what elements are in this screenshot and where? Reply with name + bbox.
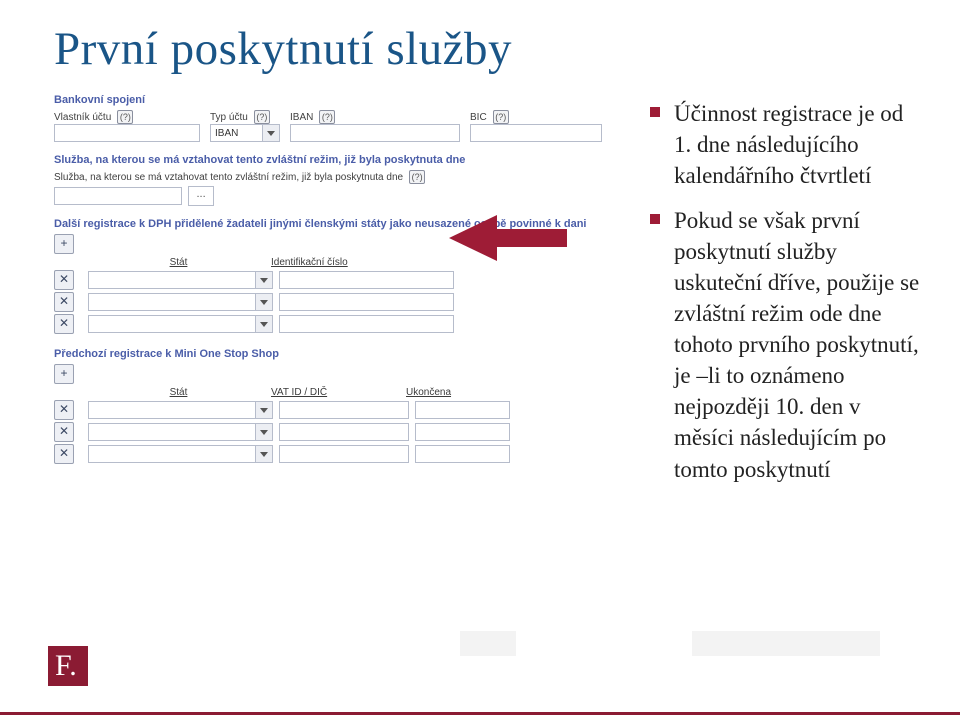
date-picker-button[interactable]: ... (188, 186, 214, 206)
delete-button[interactable]: ✕ (54, 270, 74, 290)
chevron-down-icon (262, 125, 279, 141)
table-row: ✕ (54, 422, 620, 442)
bank-fields-row: Vlastník účtu (?) Typ účtu (?) IBAN (54, 110, 620, 142)
owner-col: Vlastník účtu (?) (54, 110, 200, 142)
ended-input[interactable] (415, 401, 510, 419)
bullet-list: Účinnost registrace je od 1. dne následu… (650, 94, 920, 499)
delete-button[interactable]: ✕ (54, 400, 74, 420)
state-select[interactable] (88, 315, 273, 333)
service-date-input[interactable] (54, 187, 182, 205)
bullet-item: Pokud se však první poskytnutí služby us… (650, 205, 920, 498)
delete-button[interactable]: ✕ (54, 444, 74, 464)
delete-button[interactable]: ✕ (54, 314, 74, 334)
vat-input[interactable] (279, 423, 409, 441)
col-id: Identifikační číslo (271, 257, 451, 268)
delete-button[interactable]: ✕ (54, 422, 74, 442)
service-sublabel-1: Služba, na kterou se má vztahovat tento … (54, 172, 403, 183)
brand-logo: F. (48, 646, 88, 686)
col-vat: VAT ID / DIČ (271, 387, 406, 398)
page-title: První poskytnutí služby (54, 22, 920, 76)
vat-input[interactable] (279, 401, 409, 419)
help-icon[interactable]: (?) (117, 110, 133, 124)
service-row-1: Služba, na kterou se má vztahovat tento … (54, 170, 620, 184)
owner-input[interactable] (54, 124, 200, 142)
footer-box (692, 631, 880, 656)
prev-reg-label: Předchozí registrace k Mini One Stop Sho… (54, 348, 620, 360)
table-row: ✕ (54, 400, 620, 420)
type-select[interactable]: IBAN (210, 124, 280, 142)
id-input[interactable] (279, 271, 454, 289)
table-row: ✕ (54, 292, 620, 312)
type-col: Typ účtu (?) IBAN (210, 110, 280, 142)
table-row: ✕ (54, 314, 620, 334)
col-ended: Ukončena (406, 387, 506, 398)
arrow-left-icon (449, 215, 497, 261)
col-state: Stát (86, 387, 271, 398)
ended-input[interactable] (415, 423, 510, 441)
id-input[interactable] (279, 315, 454, 333)
service-label-1: Služba, na kterou se má vztahovat tento … (54, 154, 620, 166)
service-input-row: ... (54, 186, 620, 206)
vat-input[interactable] (279, 445, 409, 463)
state-select[interactable] (88, 423, 273, 441)
table2-header: Stát VAT ID / DIČ Ukončena (54, 387, 620, 398)
iban-label: IBAN (290, 112, 313, 123)
bullet-text: Pokud se však první poskytnutí služby us… (674, 208, 919, 481)
iban-label-wrap: IBAN (?) (290, 110, 460, 124)
type-label-wrap: Typ účtu (?) (210, 110, 280, 124)
chevron-down-icon (255, 316, 272, 332)
state-select[interactable] (88, 293, 273, 311)
id-input[interactable] (279, 293, 454, 311)
bic-label: BIC (470, 112, 487, 123)
bic-col: BIC (?) (470, 110, 602, 142)
delete-button[interactable]: ✕ (54, 292, 74, 312)
state-select[interactable] (88, 445, 273, 463)
bic-label-wrap: BIC (?) (470, 110, 602, 124)
owner-label-wrap: Vlastník účtu (?) (54, 110, 200, 124)
help-icon[interactable]: (?) (493, 110, 509, 124)
chevron-down-icon (255, 402, 272, 418)
chevron-down-icon (255, 272, 272, 288)
form-screenshot: Bankovní spojení Vlastník účtu (?) Typ ú… (54, 94, 620, 499)
table-row: ✕ (54, 444, 620, 464)
iban-col: IBAN (?) (290, 110, 460, 142)
slide: První poskytnutí služby Bankovní spojení… (0, 0, 960, 720)
bic-input[interactable] (470, 124, 602, 142)
type-label: Typ účtu (210, 112, 248, 123)
bullet-text: Účinnost registrace je od 1. dne následu… (674, 101, 903, 188)
table-row: ✕ (54, 270, 620, 290)
arrow-body (497, 229, 567, 247)
col-state: Stát (86, 257, 271, 268)
chevron-down-icon (255, 446, 272, 462)
bullet-item: Účinnost registrace je od 1. dne následu… (650, 98, 920, 205)
footer-stripe (0, 712, 960, 715)
arrow-annotation (449, 215, 567, 261)
add-button[interactable]: + (54, 234, 74, 254)
content-row: Bankovní spojení Vlastník účtu (?) Typ ú… (54, 94, 920, 499)
state-select[interactable] (88, 401, 273, 419)
state-select[interactable] (88, 271, 273, 289)
footer-box (460, 631, 516, 656)
add-button[interactable]: + (54, 364, 74, 384)
help-icon[interactable]: (?) (409, 170, 425, 184)
chevron-down-icon (255, 424, 272, 440)
type-value: IBAN (211, 128, 262, 139)
help-icon[interactable]: (?) (254, 110, 270, 124)
iban-input[interactable] (290, 124, 460, 142)
section-bank: Bankovní spojení (54, 94, 620, 106)
ended-input[interactable] (415, 445, 510, 463)
help-icon[interactable]: (?) (319, 110, 335, 124)
chevron-down-icon (255, 294, 272, 310)
owner-label: Vlastník účtu (54, 112, 111, 123)
